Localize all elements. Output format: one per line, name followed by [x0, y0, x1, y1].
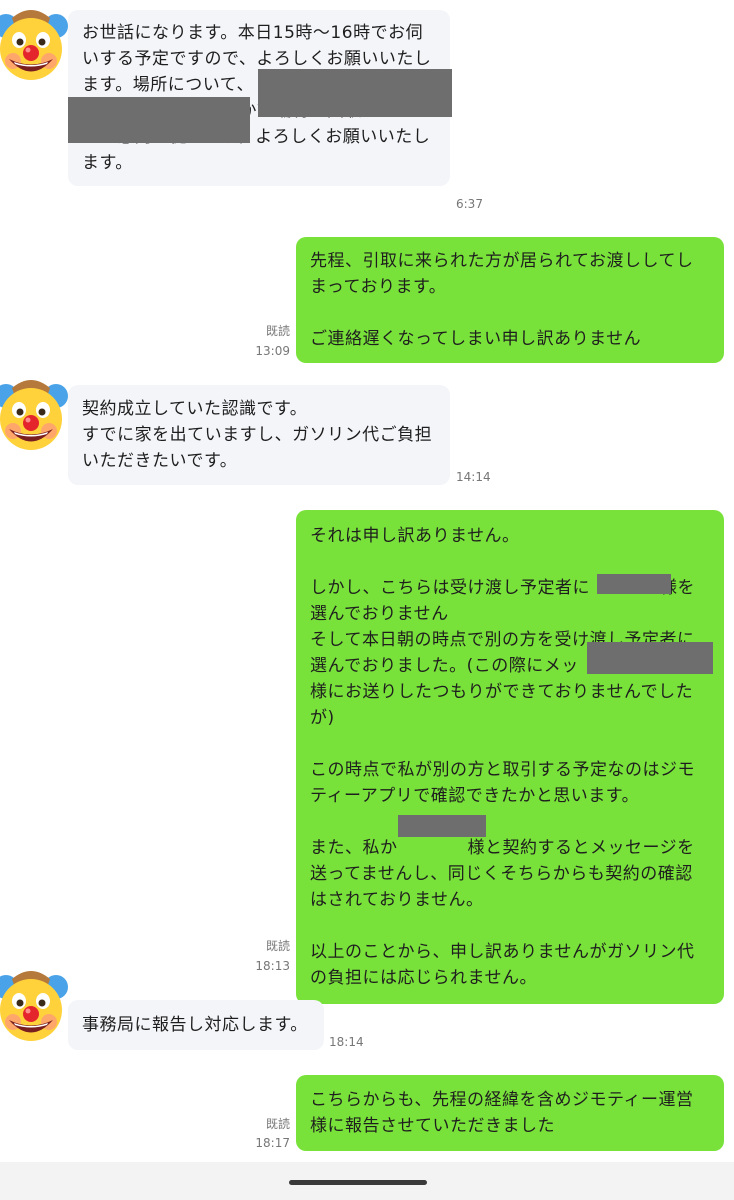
redaction-block [258, 69, 452, 117]
message-timestamp: 13:09 [255, 344, 290, 358]
message-paragraph: こちらからも、先程の経緯を含めジモティー運営様に報告させていただきました [310, 1090, 694, 1136]
clown-face-icon[interactable] [0, 6, 70, 84]
message-text: 契約成立していた認識です。 すでに家を出ていますし、ガソリン代ご負担いただきたい… [82, 399, 433, 471]
redaction-block [597, 574, 671, 594]
message-timestamp: 6:37 [456, 197, 483, 211]
outgoing-message-bubble: こちらからも、先程の経緯を含めジモティー運営様に報告させていただきました [296, 1075, 724, 1151]
message-paragraph: ご連絡遅くなってしまい申し訳ありません [310, 329, 642, 349]
clown-face-icon[interactable] [0, 376, 70, 454]
redaction-block [587, 642, 713, 674]
message-text: 事務局に報告し対応します。 [82, 1015, 308, 1035]
home-indicator[interactable] [289, 1180, 427, 1185]
read-receipt: 既読 [265, 1117, 290, 1131]
message-paragraph: 先程、引取に来られた方が居られてお渡ししてしまっております。 [310, 251, 694, 297]
outgoing-message-bubble: 先程、引取に来られた方が居られてお渡ししてしまっております。 ご連絡遅くなってし… [296, 237, 724, 363]
redaction-block [68, 97, 250, 143]
message-timestamp: 18:17 [255, 1136, 290, 1150]
redaction-block [398, 815, 486, 837]
clown-face-icon[interactable] [0, 967, 70, 1045]
incoming-message-bubble: 契約成立していた認識です。 すでに家を出ていますし、ガソリン代ご負担いただきたい… [68, 385, 450, 485]
read-receipt: 既読 [265, 939, 290, 953]
read-receipt: 既読 [265, 324, 290, 338]
message-timestamp: 18:13 [255, 959, 290, 973]
incoming-message-bubble: 事務局に報告し対応します。 [68, 1000, 324, 1050]
message-timestamp: 14:14 [456, 470, 491, 484]
message-paragraph: また、私か 様と契約するとメッセージを送ってませんし、同じくそちらからも契約の確… [310, 838, 695, 910]
message-paragraph: 以上のことから、申し訳ありませんがガソリン代の負担には応じられません。 [310, 942, 695, 988]
message-timestamp: 18:14 [329, 1035, 364, 1049]
message-paragraph: それは申し訳ありません。 [310, 526, 520, 546]
message-paragraph: この時点で私が別の方と取引する予定なのはジモティーアプリで確認できたかと思います… [310, 760, 695, 806]
